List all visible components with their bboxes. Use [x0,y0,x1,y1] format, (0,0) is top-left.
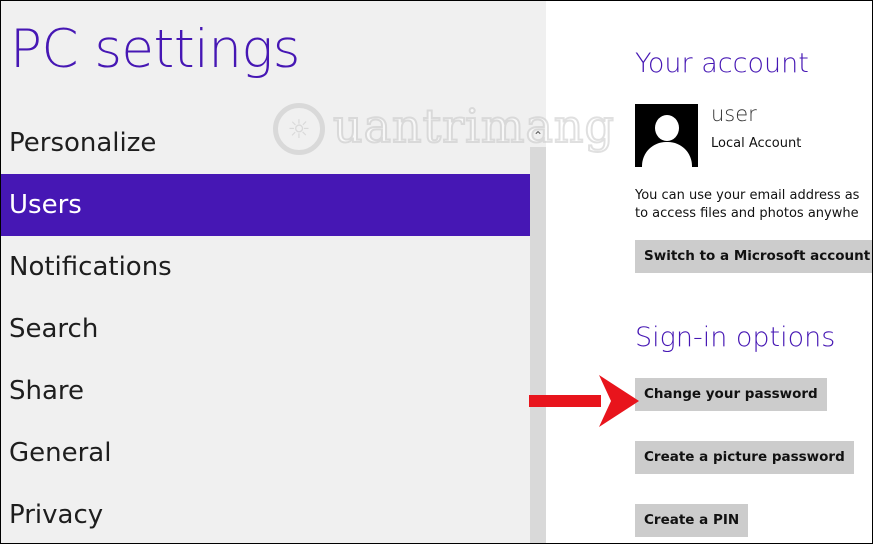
account-info-text: You can use your email address as to acc… [635,187,859,223]
nav-item-users[interactable]: Users [1,174,530,236]
watermark: ☼ uantrimang [273,97,618,177]
lightbulb-icon: ☼ [273,103,325,155]
nav-item-general[interactable]: General [1,422,530,484]
account-type: Local Account [711,136,802,151]
red-arrow-icon [529,375,639,427]
user-name: user [711,102,757,126]
scrollbar[interactable] [530,147,546,543]
account-info-line-2: to access files and photos anywhe [635,206,859,221]
right-pane: Your account user Local Account You can … [547,1,872,543]
nav-item-search[interactable]: Search [1,298,530,360]
avatar-body [642,142,692,167]
create-picture-password-button[interactable]: Create a picture password [635,441,854,474]
nav-item-privacy[interactable]: Privacy [1,484,530,543]
change-password-button[interactable]: Change your password [635,378,827,411]
your-account-heading: Your account [635,48,809,79]
create-pin-button[interactable]: Create a PIN [635,504,749,537]
watermark-text: uantrimang [332,98,615,154]
page-title: PC settings [10,19,300,80]
switch-microsoft-account-button[interactable]: Switch to a Microsoft account [635,240,872,273]
nav-item-share[interactable]: Share [1,360,530,422]
nav-item-notifications[interactable]: Notifications [1,236,530,298]
left-pane: PC settings ⌃ Personalize Users Notifica… [1,1,546,543]
avatar [635,104,698,167]
account-info-line-1: You can use your email address as [635,188,860,203]
avatar-head [655,115,679,141]
pc-settings-window: PC settings ⌃ Personalize Users Notifica… [0,0,873,544]
sign-in-options-heading: Sign-in options [635,322,836,353]
